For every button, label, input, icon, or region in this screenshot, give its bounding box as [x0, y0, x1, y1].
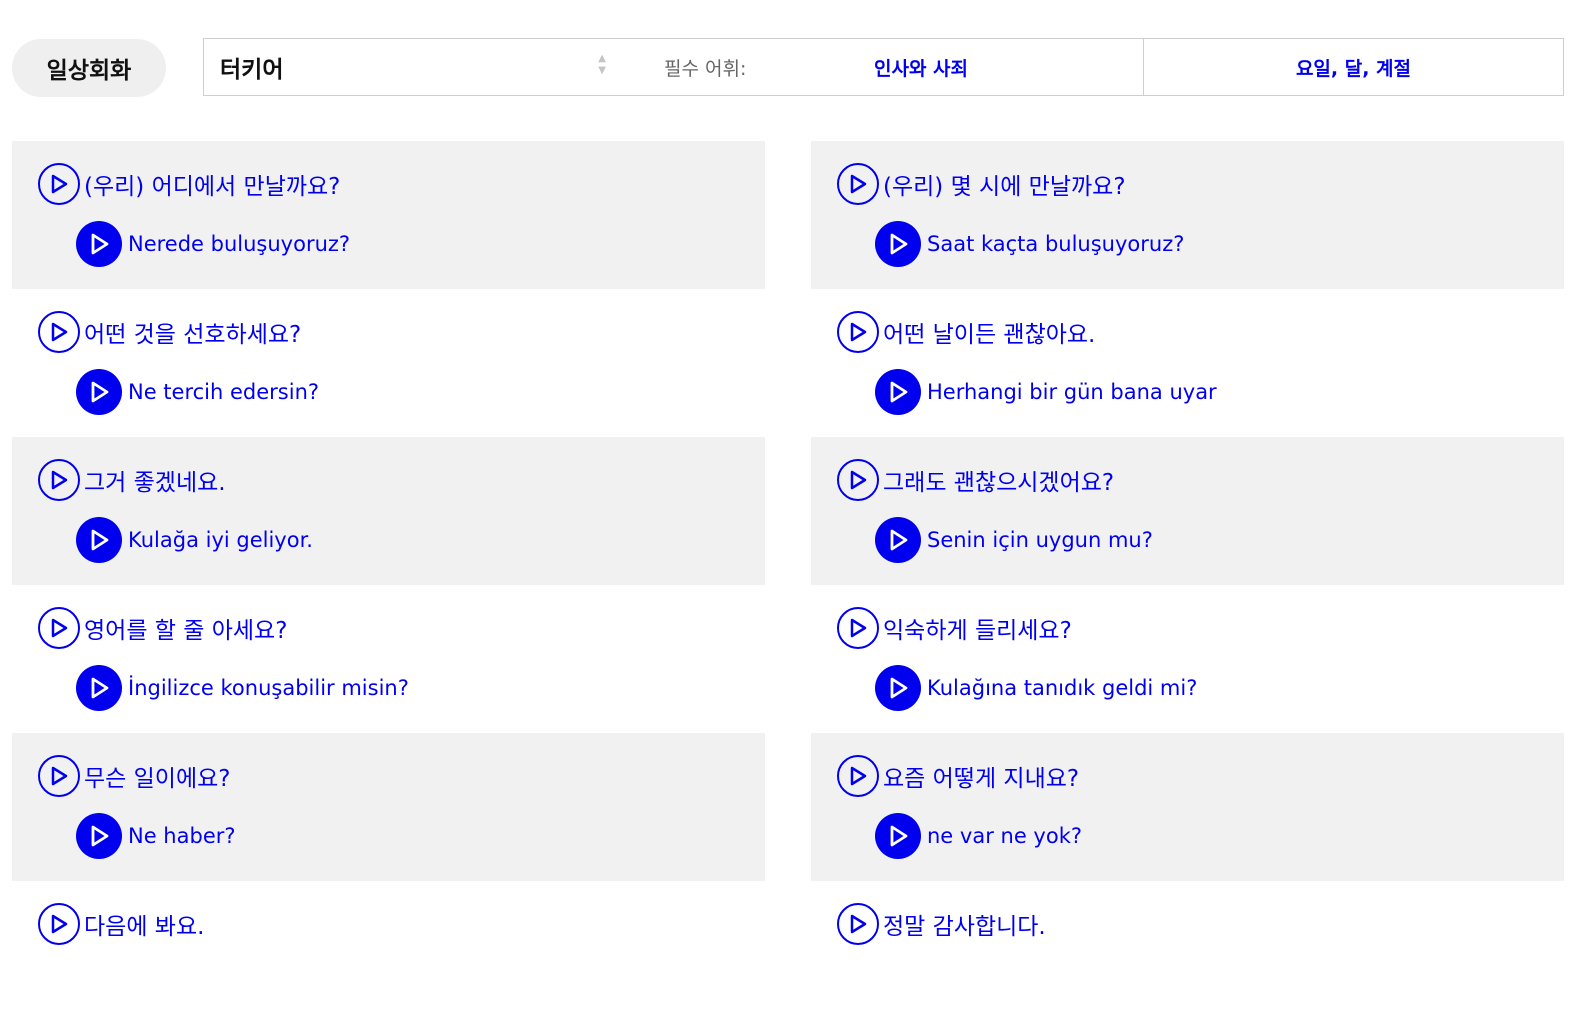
play-filled-icon[interactable] — [76, 369, 122, 415]
play-outline-icon[interactable] — [837, 903, 879, 945]
turkish-text: Kulağa iyi geliyor. — [128, 528, 313, 552]
phrase-card: 어떤 날이든 괜찮아요. Herhangi bir gün bana uyar — [811, 289, 1564, 437]
play-outline-icon[interactable] — [837, 311, 879, 353]
korean-text: 요즘 어떻게 지내요? — [883, 766, 1080, 792]
korean-phrase-row: 어떤 것을 선호하세요? — [38, 311, 301, 353]
korean-phrase-row: 요즘 어떻게 지내요? — [837, 755, 1079, 797]
turkish-text: Herhangi bir gün bana uyar — [927, 380, 1217, 404]
vocab-label: 필수 어휘: — [664, 57, 747, 80]
turkish-phrase-row: Ne haber? — [76, 813, 236, 859]
phrase-card: 영어를 할 줄 아세요? İngilizce konuşabilir misin? — [12, 585, 765, 733]
play-outline-icon[interactable] — [837, 755, 879, 797]
category-pill[interactable]: 일상회화 — [12, 39, 166, 97]
korean-phrase-row: (우리) 어디에서 만날까요? — [38, 163, 340, 205]
play-filled-icon[interactable] — [76, 665, 122, 711]
vocab-bar-2: 요일, 달, 계절 — [1143, 38, 1564, 96]
turkish-phrase-row: Saat kaçta buluşuyoruz? — [875, 221, 1184, 267]
turkish-phrase-row: Kulağına tanıdık geldi mi? — [875, 665, 1197, 711]
play-outline-icon[interactable] — [38, 755, 80, 797]
turkish-phrase-row: Herhangi bir gün bana uyar — [875, 369, 1217, 415]
korean-text: (우리) 몇 시에 만날까요? — [883, 174, 1126, 200]
phrase-card: 정말 감사합니다. — [811, 881, 1564, 1029]
language-select-value: 터키어 — [220, 57, 284, 83]
play-outline-icon[interactable] — [837, 607, 879, 649]
play-filled-icon[interactable] — [875, 665, 921, 711]
korean-phrase-row: 무슨 일이에요? — [38, 755, 230, 797]
phrase-card: (우리) 몇 시에 만날까요? Saat kaçta buluşuyoruz? — [811, 141, 1564, 289]
phrase-card: (우리) 어디에서 만날까요? Nerede buluşuyoruz? — [12, 141, 765, 289]
play-outline-icon[interactable] — [38, 163, 80, 205]
topbar: 일상회화 — [12, 38, 166, 98]
korean-text: 다음에 봐요. — [84, 914, 205, 940]
korean-phrase-row: 다음에 봐요. — [38, 903, 204, 945]
turkish-phrase-row: ne var ne yok? — [875, 813, 1082, 859]
play-filled-icon[interactable] — [875, 813, 921, 859]
play-outline-icon[interactable] — [837, 459, 879, 501]
korean-phrase-row: 그래도 괜찮으시겠어요? — [837, 459, 1114, 501]
play-outline-icon[interactable] — [38, 311, 80, 353]
phrase-card: 요즘 어떻게 지내요? ne var ne yok? — [811, 733, 1564, 881]
vocab-link-greetings[interactable]: 인사와 사죄 — [874, 54, 968, 81]
korean-text: 익숙하게 들리세요? — [883, 618, 1072, 644]
play-outline-icon[interactable] — [38, 459, 80, 501]
korean-phrase-row: (우리) 몇 시에 만날까요? — [837, 163, 1126, 205]
korean-text: 그래도 괜찮으시겠어요? — [883, 470, 1115, 496]
korean-text: 영어를 할 줄 아세요? — [84, 618, 288, 644]
korean-text: 정말 감사합니다. — [883, 914, 1046, 940]
play-outline-icon[interactable] — [837, 163, 879, 205]
turkish-phrase-row: Nerede buluşuyoruz? — [76, 221, 350, 267]
turkish-phrase-row: Ne tercih edersin? — [76, 369, 319, 415]
phrase-card: 어떤 것을 선호하세요? Ne tercih edersin? — [12, 289, 765, 437]
korean-text: 그거 좋겠네요. — [84, 470, 226, 496]
turkish-text: Ne haber? — [128, 824, 236, 848]
play-filled-icon[interactable] — [875, 221, 921, 267]
play-filled-icon[interactable] — [875, 369, 921, 415]
play-outline-icon[interactable] — [38, 607, 80, 649]
phrase-card: 무슨 일이에요? Ne haber? — [12, 733, 765, 881]
korean-text: 어떤 날이든 괜찮아요. — [883, 322, 1096, 348]
korean-phrase-row: 영어를 할 줄 아세요? — [38, 607, 287, 649]
turkish-phrase-row: Senin için uygun mu? — [875, 517, 1153, 563]
turkish-text: Nerede buluşuyoruz? — [128, 232, 351, 256]
phrase-column-right: (우리) 몇 시에 만날까요? Saat kaçta buluşuyoruz? 어떤… — [811, 141, 1564, 1029]
korean-text: 어떤 것을 선호하세요? — [84, 322, 302, 348]
phrase-card: 그래도 괜찮으시겠어요? Senin için uygun mu? — [811, 437, 1564, 585]
turkish-phrase-row: İngilizce konuşabilir misin? — [76, 665, 409, 711]
korean-text: 무슨 일이에요? — [84, 766, 231, 792]
play-filled-icon[interactable] — [76, 517, 122, 563]
phrase-card: 다음에 봐요. — [12, 881, 765, 1029]
korean-phrase-row: 정말 감사합니다. — [837, 903, 1046, 945]
korean-phrase-row: 익숙하게 들리세요? — [837, 607, 1072, 649]
phrase-card: 익숙하게 들리세요? Kulağına tanıdık geldi mi? — [811, 585, 1564, 733]
turkish-text: ne var ne yok? — [927, 824, 1082, 848]
korean-phrase-row: 어떤 날이든 괜찮아요. — [837, 311, 1095, 353]
play-outline-icon[interactable] — [38, 903, 80, 945]
play-filled-icon[interactable] — [875, 517, 921, 563]
turkish-text: Saat kaçta buluşuyoruz? — [927, 232, 1185, 256]
language-select[interactable]: 터키어 ▲ ▼ — [203, 38, 633, 96]
turkish-text: Ne tercih edersin? — [128, 380, 320, 404]
korean-phrase-row: 그거 좋겠네요. — [38, 459, 226, 501]
turkish-text: İngilizce konuşabilir misin? — [128, 676, 409, 700]
play-filled-icon[interactable] — [76, 813, 122, 859]
phrase-column-left: (우리) 어디에서 만날까요? Nerede buluşuyoruz? 어떤 것을 … — [12, 141, 765, 1029]
vocab-link-days-months[interactable]: 요일, 달, 계절 — [1296, 54, 1411, 81]
turkish-phrase-row: Kulağa iyi geliyor. — [76, 517, 313, 563]
turkish-text: Kulağına tanıdık geldi mi? — [927, 676, 1198, 700]
korean-text: (우리) 어디에서 만날까요? — [84, 174, 341, 200]
vocab-bar: 필수 어휘: 인사와 사죄 — [632, 38, 1144, 96]
turkish-text: Senin için uygun mu? — [927, 528, 1153, 552]
phrase-card: 그거 좋겠네요. Kulağa iyi geliyor. — [12, 437, 765, 585]
play-filled-icon[interactable] — [76, 221, 122, 267]
select-arrows-icon: ▲ ▼ — [598, 53, 606, 76]
